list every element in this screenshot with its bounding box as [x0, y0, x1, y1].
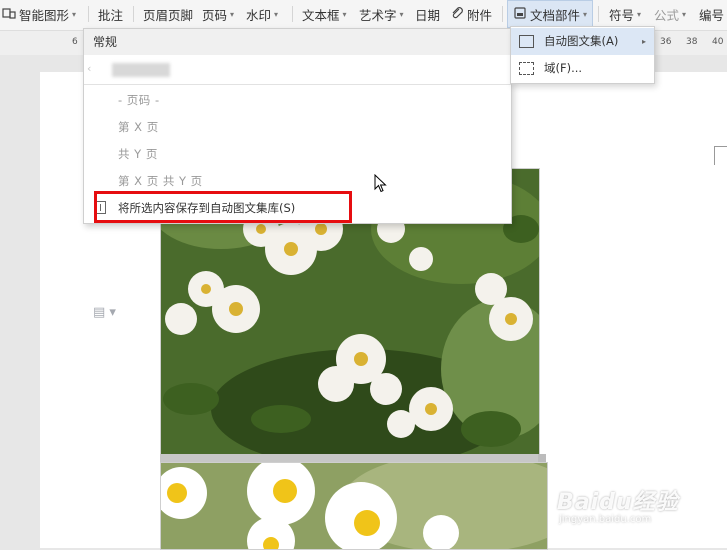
mouse-pointer-icon: [374, 173, 388, 198]
ruler-mark: 6: [72, 37, 78, 47]
numbering-button[interactable]: 编号: [699, 0, 724, 28]
ruler-mark: 36: [660, 37, 672, 47]
image-gap: [160, 454, 546, 462]
watermark-label: 水印: [246, 7, 272, 23]
page-number-button[interactable]: 页码 ▾: [202, 0, 234, 28]
page-number-label: 页码: [202, 7, 228, 23]
chevron-down-icon: ▾: [682, 9, 687, 19]
doc-parts-button[interactable]: 文档部件 ▾: [507, 0, 593, 28]
field-item[interactable]: 域(F)...: [511, 55, 654, 82]
text-box-label: 文本框: [302, 7, 340, 23]
chevron-down-icon: ▾: [583, 9, 588, 19]
symbol-label: 符号: [609, 7, 635, 23]
date-label: 日期: [415, 7, 441, 23]
chevron-right-icon: ▸: [642, 37, 647, 46]
chevron-down-icon: ▾: [274, 9, 279, 19]
autotext-item[interactable]: 自动图文集(A) ▸: [511, 28, 654, 55]
divider: [598, 6, 599, 22]
watermark-url: jingyan.baidu.com: [559, 514, 652, 525]
comment-label: 批注: [98, 7, 124, 23]
chevron-down-icon: ▾: [399, 9, 404, 19]
menu-section-header: 常规: [84, 29, 511, 55]
field-icon: [519, 62, 534, 75]
header-footer-button[interactable]: 页眉页脚: [143, 0, 193, 28]
chevron-down-icon: ▾: [637, 9, 642, 19]
formula-button[interactable]: 公式 ▾: [654, 0, 686, 28]
date-button[interactable]: 日期: [415, 0, 440, 28]
autotext-icon: [519, 35, 534, 48]
numbering-label: 编号: [699, 7, 725, 23]
smart-shape-label: 智能图形: [19, 7, 70, 23]
chevron-down-icon: ▾: [342, 9, 347, 19]
word-art-label: 艺术字: [359, 7, 397, 23]
attachment-button[interactable]: 附件: [450, 0, 492, 28]
watermark-main-text: Baidu经验: [557, 490, 679, 515]
divider: [292, 6, 293, 22]
menu-item-page-x[interactable]: 第 X 页: [118, 119, 159, 135]
baidu-watermark: Baidu经验 jingyan.baidu.com: [557, 484, 727, 532]
doc-parts-label: 文档部件: [529, 7, 580, 23]
divider: [502, 6, 503, 22]
symbol-button[interactable]: 符号 ▾: [609, 0, 641, 28]
doc-parts-submenu: 自动图文集(A) ▸ 域(F)...: [510, 26, 655, 84]
chevron-down-icon: ▾: [230, 9, 235, 19]
chevron-left-icon[interactable]: ‹: [87, 62, 91, 75]
daisy-photo-bottom[interactable]: [160, 462, 548, 550]
field-label: 域(F)...: [544, 61, 583, 75]
ruler-mark: 38: [686, 37, 698, 47]
menu-item-page-x-of-y[interactable]: 第 X 页 共 Y 页: [118, 173, 203, 189]
word-art-button[interactable]: 艺术字 ▾: [359, 0, 404, 28]
highlight-box: [94, 191, 352, 223]
header-footer-label: 页眉页脚: [143, 7, 194, 23]
paperclip-icon: [450, 6, 464, 23]
autotext-label: 自动图文集(A): [544, 34, 619, 48]
text-box-button[interactable]: 文本框 ▾: [302, 0, 347, 28]
gallery-thumbnail[interactable]: [112, 63, 170, 77]
document-options-icon[interactable]: ▤ ▾: [93, 305, 116, 320]
watermark-button[interactable]: 水印 ▾: [246, 0, 278, 28]
divider: [133, 6, 134, 22]
attachment-label: 附件: [467, 7, 493, 23]
formula-label: 公式: [654, 7, 680, 23]
divider: [88, 6, 89, 22]
margin-corner-mark: [714, 146, 727, 165]
ruler-mark: 40: [712, 37, 724, 47]
comment-button[interactable]: 批注: [98, 0, 123, 28]
menu-item-total-y[interactable]: 共 Y 页: [118, 146, 158, 162]
smart-shape-icon: [2, 6, 16, 23]
menu-item-page-number[interactable]: - 页码 -: [118, 92, 160, 108]
doc-parts-icon: [513, 6, 527, 23]
smart-shape-button[interactable]: 智能图形 ▾: [2, 0, 76, 28]
page-number-gallery[interactable]: ‹: [84, 56, 511, 85]
chevron-down-icon: ▾: [72, 9, 77, 19]
